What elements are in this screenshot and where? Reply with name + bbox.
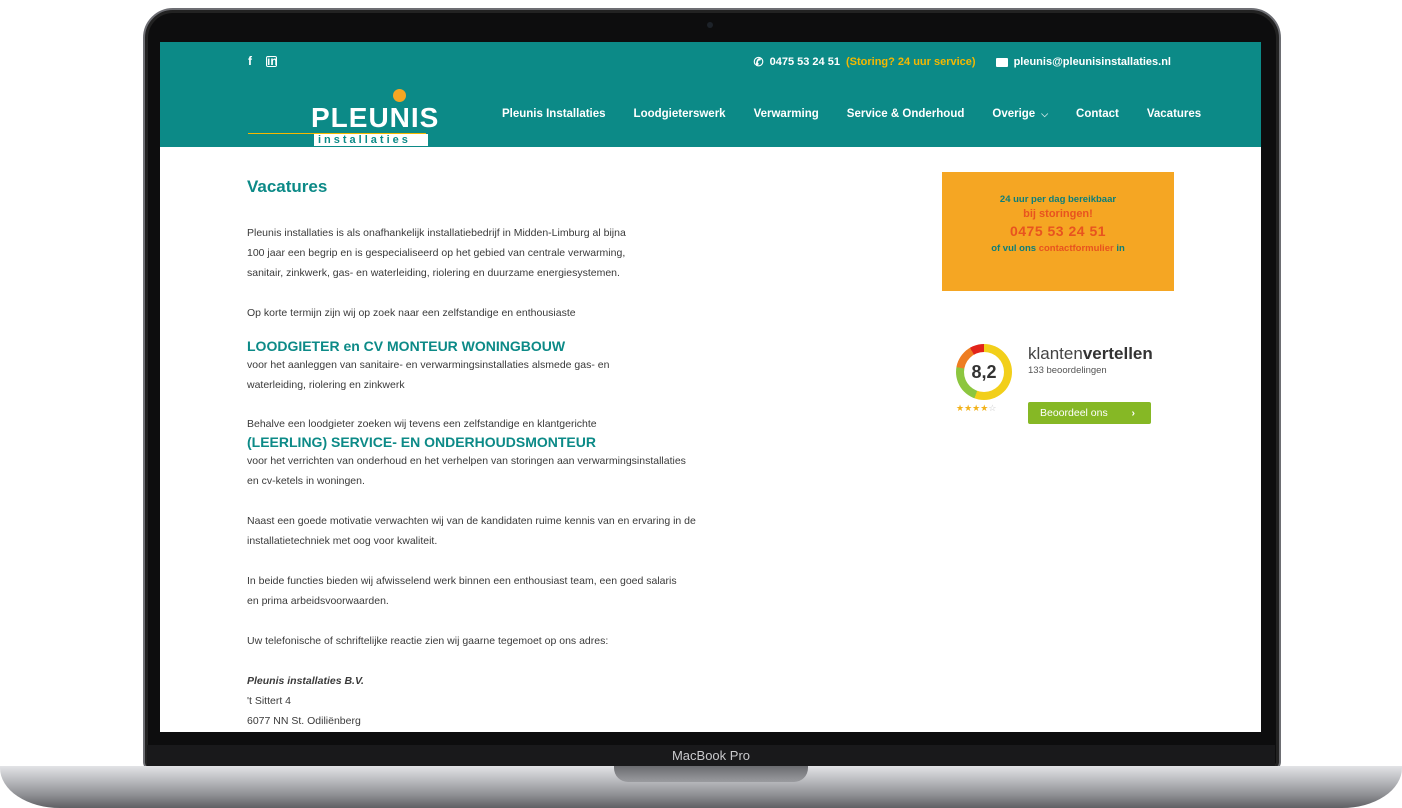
nav-item-contact[interactable]: Contact (1076, 108, 1119, 120)
email-link[interactable]: pleunis@pleunisinstallaties.nl (1014, 56, 1171, 68)
nav-menu: Pleunis Installaties Loodgieterswerk Ver… (502, 108, 1201, 120)
emergency-line1: 24 uur per dag bereikbaar (999, 194, 1117, 205)
star-empty-icon: ☆ (988, 403, 997, 413)
chevron-down-icon: ⌵ (1041, 109, 1049, 119)
logo-sun-icon (393, 89, 406, 102)
score-ring: 8,2 (956, 344, 1012, 400)
emergency-phone[interactable]: 0475 53 24 51 (942, 223, 1174, 239)
main-nav: PLEUNIS installaties Pleunis Installatie… (160, 80, 1261, 147)
star-rating: ★★★★☆ (956, 403, 996, 414)
logo-sub: installaties (314, 134, 428, 146)
job1-title: LOODGIETER en CV MONTEUR WONINGBOUW (247, 338, 566, 354)
nav-item-overige-label: Overige (992, 108, 1036, 120)
star-filled-icon: ★ (956, 403, 965, 413)
review-brand-bold: vertellen (1082, 344, 1153, 363)
emergency-line4: of vul ons contactformulier in (942, 243, 1174, 254)
social-links: f in (248, 54, 278, 68)
contactformulier-link[interactable]: contactformulier (1039, 243, 1114, 254)
emergency-box: 24 uur per dag bereikbaar bij storingen!… (942, 172, 1174, 291)
job2-intro: Behalve een loodgieter zoeken wij tevens… (247, 418, 597, 430)
review-widget: 8,2 ★★★★☆ klantenvertellen 133 beoordeli… (956, 344, 1161, 434)
logo-name: PLEUNIS (311, 102, 440, 133)
job1-desc: voor het aanleggen van sanitaire- en ver… (247, 359, 610, 391)
requirements-text: Naast een goede motivatie verwachten wij… (247, 515, 696, 547)
job2-title: (LEERLING) SERVICE- EN ONDERHOUDSMONTEUR (247, 434, 596, 450)
storing-notice: (Storing? 24 uur service) (845, 56, 976, 68)
address-company: Pleunis installaties B.V. (247, 675, 364, 687)
nav-item-loodgieterswerk[interactable]: Loodgieterswerk (634, 108, 726, 120)
review-brand-light: klanten (1028, 344, 1083, 363)
facebook-icon[interactable]: f (248, 54, 252, 68)
page-title: Vacatures (247, 177, 328, 196)
nav-item-overige[interactable]: Overige ⌵ (992, 108, 1048, 120)
nav-item-verwarming[interactable]: Verwarming (754, 108, 819, 120)
review-button-label: Beoordeel ons (1040, 407, 1108, 419)
offer-text: In beide functies bieden wij afwisselend… (247, 575, 677, 607)
main-content: Vacatures Pleunis installaties is als on… (247, 175, 747, 731)
phone-number[interactable]: 0475 53 24 51 (770, 56, 840, 68)
chevron-right-icon: › (1131, 407, 1136, 419)
reaction-text: Uw telefonische of schriftelijke reactie… (247, 635, 609, 647)
top-bar: f in ✆ 0475 53 24 51 (Storing? 24 uur se… (160, 42, 1261, 80)
job2-desc: voor het verrichten van onderhoud en het… (247, 455, 686, 487)
address-street: 't Sittert 4 (247, 695, 292, 707)
logo[interactable]: PLEUNIS installaties (248, 88, 438, 146)
phone-icon: ✆ (753, 55, 764, 69)
address-city: 6077 NN St. Odiliënberg (247, 715, 361, 727)
search-line: Op korte termijn zijn wij op zoek naar e… (247, 307, 576, 319)
camera (707, 22, 713, 28)
browser-screen: f in ✆ 0475 53 24 51 (Storing? 24 uur se… (160, 42, 1261, 732)
nav-item-pleunis-installaties[interactable]: Pleunis Installaties (502, 108, 606, 120)
emergency-line4-pre: of vul ons (991, 243, 1037, 254)
review-count: 133 beoordelingen (1028, 365, 1107, 376)
intro-text: Pleunis installaties is als onafhankelij… (247, 227, 626, 279)
nav-item-vacatures[interactable]: Vacatures (1147, 108, 1201, 120)
nav-item-service-onderhoud[interactable]: Service & Onderhoud (847, 108, 965, 120)
emergency-line4-post: in (1116, 243, 1125, 254)
emergency-line2: bij storingen! (1023, 208, 1093, 220)
linkedin-icon[interactable]: in (266, 55, 278, 67)
review-button[interactable]: Beoordeel ons › (1028, 402, 1151, 424)
review-brand[interactable]: klantenvertellen (1028, 344, 1153, 364)
contact-line: ✆ 0475 53 24 51 (Storing? 24 uur service… (754, 55, 1171, 69)
laptop-notch (614, 766, 808, 782)
device-label: MacBook Pro (147, 745, 1275, 767)
star-filled-icon: ★ (964, 403, 973, 413)
mail-icon (995, 57, 1008, 67)
review-score: 8,2 (964, 352, 1004, 392)
